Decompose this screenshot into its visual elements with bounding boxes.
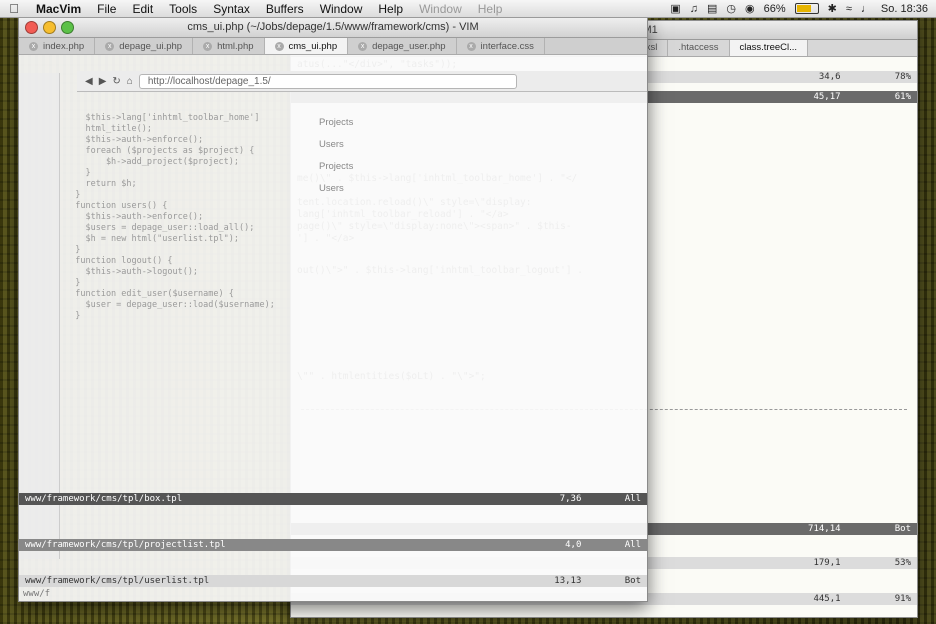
time-machine-icon[interactable]: ◷ xyxy=(726,2,736,15)
status-file: www/framework/cms/tpl/box.tpl xyxy=(25,494,183,504)
status-pct: 61% xyxy=(894,92,911,102)
apple-menu-icon[interactable]:  xyxy=(0,1,28,16)
menu-edit[interactable]: Edit xyxy=(124,2,161,16)
battery-percent: 66% xyxy=(763,2,786,15)
tab-class-tree[interactable]: class.treeCl... xyxy=(729,40,809,56)
code-line: } xyxy=(65,168,91,178)
status-pos: 4,0 xyxy=(565,540,582,550)
tab-depage-ui-php[interactable]: x depage_ui.php xyxy=(95,38,194,54)
tab-interface-css[interactable]: x interface.css xyxy=(457,38,545,54)
code-line: $this->lang['inhtml_toolbar_home'] xyxy=(65,113,260,123)
status-line: www/framework/cms/tpl/userlist.tpl 13,13… xyxy=(19,575,647,587)
code-area[interactable]: $this->lang['inhtml_toolbar_home'] html_… xyxy=(65,113,639,322)
code-line: } xyxy=(65,245,81,255)
status-file: www/framework/cms/tpl/projectlist.tpl xyxy=(25,540,226,550)
reload-icon[interactable]: ↻ xyxy=(112,76,120,87)
status-pct: 78% xyxy=(894,72,911,82)
vim-window-front[interactable]: cms_ui.php (~/Jobs/depage/1.5/www/framew… xyxy=(18,16,648,602)
code-line: $this->auth->enforce(); xyxy=(65,135,204,145)
wifi-icon[interactable]: ≈ xyxy=(846,3,852,15)
line-number-gutter xyxy=(19,73,60,559)
status-line: www/framework/cms/tpl/box.tpl 7,36 All xyxy=(19,493,647,505)
close-tab-icon[interactable]: x xyxy=(105,41,115,51)
tab-cms-ui-php[interactable]: x cms_ui.php xyxy=(264,38,349,54)
code-line: } xyxy=(65,190,81,200)
tab-htaccess[interactable]: .htaccess xyxy=(668,40,730,56)
code-line: function users() { xyxy=(65,201,168,211)
code-line: $users = depage_user::load_all(); xyxy=(65,223,255,233)
code-line: $this->auth->enforce(); xyxy=(65,212,204,222)
tab-depage-user-php[interactable]: x depage_user.php xyxy=(348,38,457,54)
status-pos: 45,17 xyxy=(813,92,841,102)
command-line[interactable]: www/f xyxy=(23,589,50,599)
code-line: $this->auth->logout(); xyxy=(65,267,199,277)
status-pct: All xyxy=(624,494,641,504)
clock[interactable]: So. 18:36 xyxy=(881,3,928,15)
status-area: ▣ ♫ ▤ ◷ ◉ 66% ✱ ≈ ♩ So. 18:36 xyxy=(670,2,936,16)
dashboard-icon[interactable]: ◉ xyxy=(745,2,755,15)
code-line: $user = depage_user::load($username); xyxy=(65,300,275,310)
back-arrow-icon[interactable]: ◀ xyxy=(85,76,93,87)
menu-window[interactable]: Window xyxy=(312,2,371,16)
menu-file[interactable]: File xyxy=(89,2,124,16)
zoom-window-button[interactable] xyxy=(61,21,74,34)
status-pos: 445,1 xyxy=(813,594,841,604)
code-line: return $h; xyxy=(65,179,137,189)
status-pos: 7,36 xyxy=(559,494,582,504)
close-window-button[interactable] xyxy=(25,21,38,34)
code-line: $h = new html("userlist.tpl"); xyxy=(65,234,239,244)
close-tab-icon[interactable]: x xyxy=(203,41,213,51)
menu-buffers[interactable]: Buffers xyxy=(258,2,312,16)
code-line: $h->add_project($project); xyxy=(65,157,239,167)
status-pct: Bot xyxy=(624,576,641,586)
minimize-window-button[interactable] xyxy=(43,21,56,34)
menu-app-name[interactable]: MacVim xyxy=(28,2,89,16)
home-icon[interactable]: ⌂ xyxy=(127,76,133,87)
status-pos: 179,1 xyxy=(813,558,841,568)
screen-icon[interactable]: ▣ xyxy=(670,2,680,15)
clipboard-icon[interactable]: ▤ xyxy=(707,2,717,15)
close-tab-icon[interactable]: x xyxy=(358,41,368,51)
menu-tools[interactable]: Tools xyxy=(161,2,205,16)
tab-index-php[interactable]: x index.php xyxy=(19,38,96,54)
forward-arrow-icon[interactable]: ▶ xyxy=(99,76,107,87)
front-titlebar: cms_ui.php (~/Jobs/depage/1.5/www/framew… xyxy=(19,17,647,38)
code-line: foreach ($projects as $project) { xyxy=(65,146,255,156)
battery-icon[interactable] xyxy=(794,3,819,14)
volume-icon[interactable]: ♩ xyxy=(861,3,872,15)
front-tab-strip: x index.php x depage_ui.php x html.php x cms… xyxy=(19,38,647,55)
menu-syntax[interactable]: Syntax xyxy=(205,2,258,16)
status-line: www/framework/cms/tpl/projectlist.tpl 4,… xyxy=(19,539,647,551)
code-line: function edit_user($username) { xyxy=(65,289,234,299)
window-title: cms_ui.php (~/Jobs/depage/1.5/www/framew… xyxy=(187,21,479,33)
menu-bar:  MacVim File Edit Tools Syntax Buffers … xyxy=(0,0,936,18)
close-tab-icon[interactable]: x xyxy=(466,41,476,51)
url-field[interactable]: http://localhost/depage_1.5/ xyxy=(138,73,517,89)
code-line: html_title(); xyxy=(65,124,152,134)
status-pct: All xyxy=(624,540,641,550)
status-file: www/framework/cms/tpl/userlist.tpl xyxy=(25,576,210,586)
status-pct: Bot xyxy=(894,524,911,534)
code-line: } xyxy=(65,278,81,288)
status-pos: 714,14 xyxy=(808,524,841,534)
status-pct: 91% xyxy=(894,594,911,604)
menu-help-ghost: Help xyxy=(477,1,503,16)
status-pos: 34,6 xyxy=(818,72,841,82)
bluetooth-icon[interactable]: ✱ xyxy=(828,2,837,15)
music-note-icon[interactable]: ♫ xyxy=(690,3,698,15)
tab-html-php[interactable]: x html.php xyxy=(193,38,265,54)
status-pct: 53% xyxy=(894,558,911,568)
menu-window-ghost: Window xyxy=(419,1,462,16)
menu-help[interactable]: Help xyxy=(370,2,411,16)
close-tab-icon[interactable]: x xyxy=(29,41,38,51)
ghost-browser-toolbar: ◀ ▶ ↻ ⌂ http://localhost/depage_1.5/ xyxy=(77,71,647,92)
close-tab-icon[interactable]: x xyxy=(274,41,284,51)
code-line: function logout() { xyxy=(65,256,173,266)
code-line: } xyxy=(65,311,81,321)
status-pos: 13,13 xyxy=(554,576,582,586)
